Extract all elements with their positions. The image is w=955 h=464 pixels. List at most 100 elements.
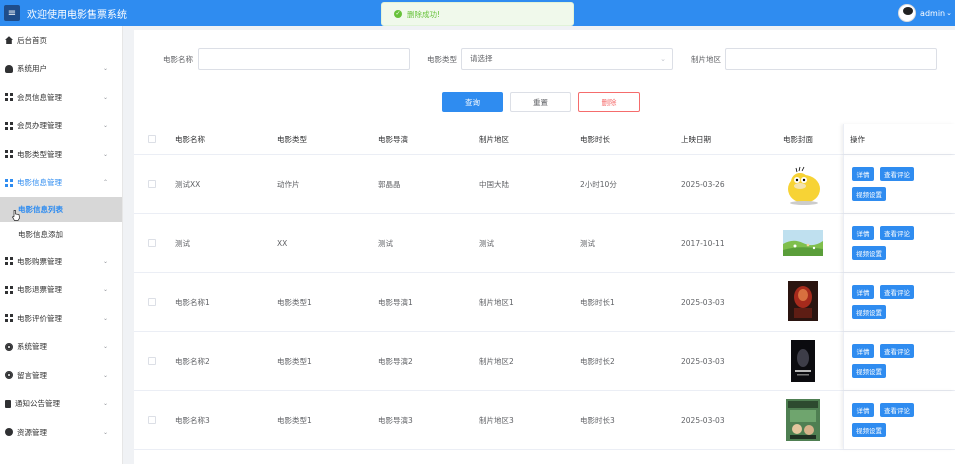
sidebar-item-home[interactable]: 后台首页 xyxy=(0,26,122,55)
detail-button[interactable]: 详情 xyxy=(852,167,874,181)
view-comments-button[interactable]: 查看评论 xyxy=(880,226,914,240)
video-settings-button[interactable]: 视频设置 xyxy=(852,187,886,201)
col-header-name[interactable]: 电影名称 xyxy=(175,124,205,154)
video-settings-button[interactable]: 视频设置 xyxy=(852,305,886,319)
table-row: 测试XX 动作片 郭晶晶 中国大陆 2小时10分 2025-03-26 详情 查… xyxy=(134,155,955,214)
reset-button[interactable]: 重置 xyxy=(510,92,571,112)
cell-region: 测试 xyxy=(479,238,494,248)
cell-date: 2025-03-03 xyxy=(681,297,725,307)
cell-date: 2025-03-26 xyxy=(681,179,725,189)
sidebar-item-messages[interactable]: 留言管理 ⌄ xyxy=(0,361,122,390)
gear-icon xyxy=(5,371,13,380)
chevron-down-icon: ⌄ xyxy=(102,65,108,73)
row-actions: 详情 查看评论 视频设置 xyxy=(843,155,955,213)
grid-icon xyxy=(5,257,13,266)
cover-image-landscape xyxy=(783,230,823,256)
view-comments-button[interactable]: 查看评论 xyxy=(880,167,914,181)
col-header-region[interactable]: 制片地区 xyxy=(479,124,509,154)
sidebar-item-label: 留言管理 xyxy=(17,370,47,380)
table-row: 电影名称3 电影类型1 电影导演3 制片地区3 电影时长3 2025-03-03… xyxy=(134,391,955,450)
cell-type: 电影类型1 xyxy=(277,415,312,425)
sidebar-item-system-users[interactable]: 系统用户 ⌄ xyxy=(0,55,122,84)
grid-icon xyxy=(5,150,13,159)
cell-name: 电影名称3 xyxy=(175,415,210,425)
hand-cursor-icon xyxy=(12,210,20,221)
view-comments-button[interactable]: 查看评论 xyxy=(880,344,914,358)
detail-button[interactable]: 详情 xyxy=(852,344,874,358)
chevron-down-icon: ⌄ xyxy=(102,122,108,130)
movie-table: 电影名称 电影类型 电影导演 制片地区 电影时长 上映日期 电影封面 操作 测试… xyxy=(134,124,955,450)
user-menu[interactable]: admin ⌄ xyxy=(898,0,955,26)
sidebar-item-ticket-purchase[interactable]: 电影购票管理 ⌄ xyxy=(0,247,122,276)
select-placeholder: 请选择 xyxy=(470,54,493,63)
grid-icon xyxy=(5,93,13,102)
video-settings-button[interactable]: 视频设置 xyxy=(852,423,886,437)
select-all-checkbox[interactable] xyxy=(148,135,156,143)
video-settings-button[interactable]: 视频设置 xyxy=(852,364,886,378)
cell-date: 2025-03-03 xyxy=(681,356,725,366)
sidebar-item-label: 后台首页 xyxy=(17,35,47,45)
grid-icon xyxy=(5,178,13,187)
sidebar-item-label: 电影退票管理 xyxy=(17,285,62,295)
main-content: 电影名称 电影类型 请选择 ⌄ 制片地区 查询 重置 删除 电影名称 电影类型 … xyxy=(134,30,955,464)
sidebar-item-member-handling[interactable]: 会员办理管理 ⌄ xyxy=(0,112,122,141)
cell-date: 2017-10-11 xyxy=(681,238,725,248)
sidebar: 后台首页 系统用户 ⌄ 会员信息管理 ⌄ 会员办理管理 ⌄ 电影类型管理 ⌄ 电… xyxy=(0,26,123,464)
chevron-down-icon: ⌄ xyxy=(102,343,108,351)
detail-button[interactable]: 详情 xyxy=(852,226,874,240)
cell-region: 制片地区2 xyxy=(479,356,514,366)
video-settings-button[interactable]: 视频设置 xyxy=(852,246,886,260)
detail-button[interactable]: 详情 xyxy=(852,285,874,299)
row-checkbox[interactable] xyxy=(148,416,156,424)
chevron-up-icon: ⌃ xyxy=(102,179,108,187)
movie-type-label: 电影类型 xyxy=(427,55,457,64)
user-name[interactable]: admin xyxy=(920,9,945,18)
row-checkbox[interactable] xyxy=(148,298,156,306)
sidebar-subitem-label: 电影信息添加 xyxy=(18,230,63,239)
sidebar-item-label: 电影信息管理 xyxy=(17,178,62,188)
delete-button[interactable]: 删除 xyxy=(578,92,640,112)
sidebar-item-movie-type[interactable]: 电影类型管理 ⌄ xyxy=(0,140,122,169)
movie-name-input[interactable] xyxy=(198,48,410,70)
document-icon xyxy=(5,399,11,408)
col-header-date[interactable]: 上映日期 xyxy=(681,124,711,154)
sidebar-item-movie-review[interactable]: 电影评价管理 ⌄ xyxy=(0,304,122,333)
cover-image-poster-green xyxy=(786,399,820,441)
sidebar-item-label: 电影类型管理 xyxy=(17,149,62,159)
cell-director: 测试 xyxy=(378,238,393,248)
query-button[interactable]: 查询 xyxy=(442,92,503,112)
sidebar-item-label: 会员办理管理 xyxy=(17,121,62,131)
sidebar-item-system[interactable]: 系统管理 ⌄ xyxy=(0,333,122,362)
sidebar-item-member-info[interactable]: 会员信息管理 ⌄ xyxy=(0,83,122,112)
cell-director: 电影导演2 xyxy=(378,356,413,366)
view-comments-button[interactable]: 查看评论 xyxy=(880,403,914,417)
region-input[interactable] xyxy=(725,48,937,70)
cell-type: 电影类型1 xyxy=(277,297,312,307)
menu-toggle-icon[interactable]: ≡ xyxy=(4,5,20,21)
sidebar-item-label: 电影评价管理 xyxy=(17,313,62,323)
view-comments-button[interactable]: 查看评论 xyxy=(880,285,914,299)
user-icon xyxy=(5,64,13,73)
col-header-duration[interactable]: 电影时长 xyxy=(580,124,610,154)
movie-type-select[interactable]: 请选择 ⌄ xyxy=(461,48,673,70)
sidebar-item-resources[interactable]: 资源管理 ⌄ xyxy=(0,418,122,447)
col-header-director[interactable]: 电影导演 xyxy=(378,124,408,154)
avatar[interactable] xyxy=(898,4,917,22)
sidebar-subitem-movie-list[interactable]: 电影信息列表 xyxy=(0,197,122,222)
sidebar-item-ticket-refund[interactable]: 电影退票管理 ⌄ xyxy=(0,276,122,305)
row-actions: 详情 查看评论 视频设置 xyxy=(843,332,955,390)
row-checkbox[interactable] xyxy=(148,180,156,188)
sidebar-item-movie-info[interactable]: 电影信息管理 ⌃ xyxy=(0,169,122,198)
sidebar-subitem-movie-add[interactable]: 电影信息添加 xyxy=(0,222,122,247)
col-header-type[interactable]: 电影类型 xyxy=(277,124,307,154)
cell-name: 电影名称1 xyxy=(175,297,210,307)
row-checkbox[interactable] xyxy=(148,239,156,247)
row-checkbox[interactable] xyxy=(148,357,156,365)
detail-button[interactable]: 详情 xyxy=(852,403,874,417)
gear-icon xyxy=(5,342,13,351)
success-toast: ✓ 删除成功! xyxy=(381,2,574,26)
sidebar-item-notices[interactable]: 通知公告管理 ⌄ xyxy=(0,390,122,419)
cell-name: 测试XX xyxy=(175,179,201,189)
col-header-cover[interactable]: 电影封面 xyxy=(783,124,813,154)
chevron-down-icon[interactable]: ⌄ xyxy=(946,9,952,17)
